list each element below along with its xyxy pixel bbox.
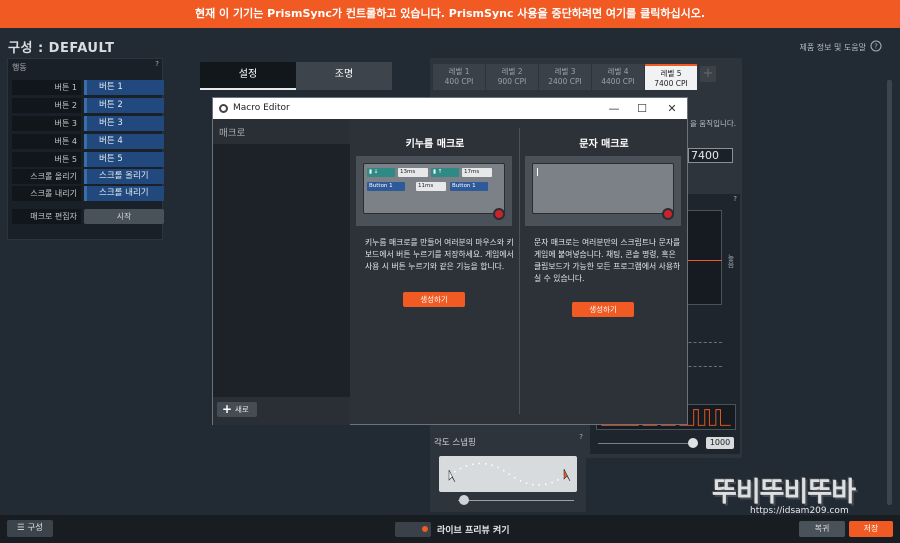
preview-screen: ▮ ↓ 13ms ▮ ↑ 17ms Button 1 11ms Button 1 (363, 163, 505, 214)
key-block: ▮ ↓ (367, 168, 395, 177)
delay-block: 13ms (398, 168, 428, 177)
record-icon (493, 208, 505, 220)
maximize-button[interactable]: ☐ (628, 98, 656, 119)
action-label: 버튼 4 (12, 134, 81, 149)
help-icon[interactable]: ? (579, 433, 583, 441)
toggle-indicator (422, 526, 428, 532)
action-value[interactable]: 버튼 2 (84, 98, 164, 113)
action-label: 버튼 2 (12, 98, 81, 113)
key-block: ▮ ↑ (431, 168, 459, 177)
macro-editor-label: 매크로 편집자 (12, 209, 81, 224)
plus-icon: + (222, 402, 233, 416)
cpi-description: 을 움직입니다. (690, 119, 737, 128)
macro-editor-row: 매크로 편집자 시작 (12, 209, 164, 224)
live-preview-label: 라이브 프리뷰 켜기 (437, 526, 510, 536)
tab-lighting[interactable]: 조명 (296, 62, 392, 90)
action-row[interactable]: 스크롤 내리기 스크롤 내리기 (12, 186, 164, 202)
action-row[interactable]: 버튼 4 버튼 4 (12, 134, 164, 150)
text-macro-preview (525, 156, 681, 226)
button-block: Button 1 (450, 182, 488, 191)
create-keystroke-macro-button[interactable]: 생성하기 (403, 292, 465, 307)
macro-editor-dialog: Macro Editor — ☐ ✕ 매크로 + 새로 키누름 매크로 ▮ ↓ 1… (212, 97, 688, 425)
dpi-tab-selected[interactable]: 레벨 5 7400 CPI (645, 64, 697, 90)
slider-handle[interactable] (688, 438, 698, 448)
keystroke-macro-preview: ▮ ↓ 13ms ▮ ↑ 17ms Button 1 11ms Button 1 (356, 156, 512, 226)
action-value[interactable]: 버튼 4 (84, 134, 164, 149)
actions-panel-title: 행동 (12, 63, 27, 72)
watermark-logo: 뚜비뚜비뚜바 https://idsam209.com (712, 470, 890, 520)
config-button[interactable]: ☰ 구성 (7, 520, 53, 537)
create-text-macro-button[interactable]: 생성하기 (572, 302, 634, 317)
delay-block: 11ms (416, 182, 446, 191)
scrollbar[interactable] (887, 80, 892, 505)
action-label: 버튼 1 (12, 80, 81, 95)
action-row[interactable]: 버튼 5 버튼 5 (12, 152, 164, 168)
tab-settings[interactable]: 설정 (200, 62, 296, 90)
dialog-title: Macro Editor (233, 103, 290, 113)
text-macro-title: 문자 매크로 (579, 139, 629, 150)
list-icon: ☰ (17, 523, 28, 533)
app-icon (219, 104, 228, 113)
watermark-url: https://idsam209.com (750, 506, 849, 516)
help-link[interactable]: 제품 정보 및 도움말 (799, 42, 866, 53)
macro-list-title: 매크로 (219, 128, 246, 139)
keystroke-macro-title: 키누름 매크로 (405, 139, 465, 150)
angle-snapping-preview (439, 456, 577, 492)
new-macro-button[interactable]: + 새로 (217, 402, 257, 417)
record-icon (662, 208, 674, 220)
action-label: 스크롤 올리기 (12, 169, 81, 184)
reset-button[interactable]: 복귀 (799, 521, 845, 537)
config-title: 구성 : DEFAULT (8, 41, 115, 56)
action-label: 버튼 3 (12, 116, 81, 131)
dpi-tab[interactable]: 레벨 1 400 CPI (433, 64, 485, 90)
center-tabs: 설정 조명 (200, 62, 392, 90)
help-icon[interactable]: ? (733, 195, 737, 203)
close-button[interactable]: ✕ (658, 98, 686, 119)
save-button[interactable]: 저장 (849, 521, 893, 537)
keystroke-macro-description: 키누름 매크로를 만들어 여러분의 마우스와 키보드에서 버튼 누르기를 저장하… (365, 238, 514, 271)
watermark-text: 뚜비뚜비뚜바 (712, 477, 856, 508)
minimize-button[interactable]: — (600, 98, 628, 119)
action-value[interactable]: 버튼 3 (84, 116, 164, 131)
button-block: Button 1 (367, 182, 405, 191)
preview-screen (532, 163, 674, 214)
action-value[interactable]: 버튼 5 (84, 152, 164, 167)
prismsync-banner[interactable]: 현재 이 기기는 PrismSync가 컨트롤하고 있습니다. PrismSyn… (0, 0, 900, 28)
cpi-input[interactable]: 7400 (688, 148, 733, 163)
action-value[interactable]: 스크롤 내리기 (84, 186, 164, 201)
actions-panel: 행동 ? 버튼 1 버튼 1 버튼 2 버튼 2 버튼 3 버튼 3 버튼 4 버튼 4… (7, 58, 164, 240)
action-row[interactable]: 버튼 2 버튼 2 (12, 98, 164, 114)
section-divider (519, 128, 520, 414)
action-row[interactable]: 버튼 1 버튼 1 (12, 80, 164, 96)
angle-snapping-title: 각도 스냅핑 (434, 438, 476, 448)
dpi-tab[interactable]: 레벨 2 900 CPI (486, 64, 538, 90)
dpi-tab[interactable]: 레벨 4 4400 CPI (592, 64, 644, 90)
graph-side-label: 높음 (727, 254, 735, 268)
action-label: 버튼 5 (12, 152, 81, 167)
angle-snapping-slider[interactable] (458, 500, 574, 501)
action-value[interactable]: 스크롤 올리기 (84, 169, 164, 184)
action-row[interactable]: 버튼 3 버튼 3 (12, 116, 164, 132)
polling-rate-slider[interactable] (598, 443, 698, 444)
svg-text:?: ? (874, 43, 878, 51)
polling-rate-value[interactable]: 1000 (706, 437, 734, 449)
macro-list-panel: 매크로 + 새로 (213, 119, 350, 425)
slider-handle[interactable] (459, 495, 469, 505)
action-value[interactable]: 버튼 1 (84, 80, 164, 95)
add-dpi-button[interactable]: + (700, 66, 716, 82)
action-row[interactable]: 스크롤 올리기 스크롤 올리기 (12, 169, 164, 185)
text-cursor (537, 168, 538, 176)
dpi-tab[interactable]: 레벨 3 2400 CPI (539, 64, 591, 90)
help-icon[interactable]: ? (870, 40, 882, 52)
macro-editor-start-button[interactable]: 시작 (84, 209, 164, 224)
action-label: 스크롤 내리기 (12, 186, 81, 201)
help-icon[interactable]: ? (155, 60, 159, 68)
delay-block: 17ms (462, 168, 492, 177)
text-macro-description: 문자 매크로는 여러분만의 스크립트나 문자를 게임에 붙여넣습니다. 채팅, … (534, 238, 681, 283)
dialog-titlebar[interactable]: Macro Editor — ☐ ✕ (213, 98, 687, 119)
macro-list[interactable] (213, 144, 350, 397)
